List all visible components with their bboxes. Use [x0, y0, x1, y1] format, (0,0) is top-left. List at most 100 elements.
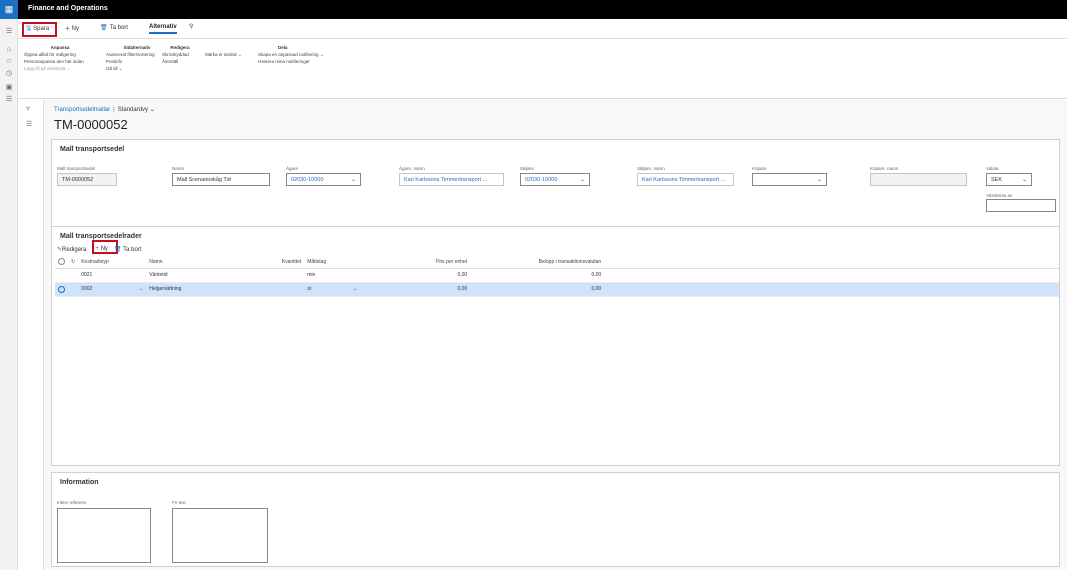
field-label: Ägare, namn	[399, 166, 425, 171]
breadcrumb-link[interactable]: Transportsedelmallar	[54, 107, 110, 113]
free-text-textarea[interactable]	[172, 508, 268, 563]
ribbon-group-edit: Redigera Skrivskyddad Återställ	[162, 44, 198, 65]
table-row[interactable]: 0002 ⌄ Helgersättning st ⌄ 0,00 0,00	[55, 282, 1059, 297]
table-row[interactable]: 0021 Väntetid min 0,00 0,00	[55, 268, 1059, 283]
header-card-title: Mall transportsedel	[60, 146, 125, 153]
ribbon-group-misc: Märka er ändrat ⌄	[205, 51, 251, 58]
revert-button[interactable]: Återställ	[162, 58, 198, 65]
field-label: Intern referens	[57, 500, 87, 505]
ribbon-group-share: Dela Skapa en anpassad notifiering ⌄ Han…	[258, 44, 338, 65]
breadcrumb: Transportsedelmallar | Standardvy ⌄	[54, 107, 155, 113]
new-button[interactable]: + Ny	[65, 24, 79, 33]
chevron-down-icon: ⌄	[66, 66, 71, 71]
cell-mattslag[interactable]: min	[304, 268, 361, 283]
chevron-down-icon: ⌄	[1021, 177, 1027, 183]
approved-by-field[interactable]	[986, 199, 1056, 212]
manage-alerts-button[interactable]: Hantera mina notifieringar	[258, 58, 338, 65]
workspaces-icon[interactable]: ▣	[4, 83, 14, 93]
field-label: Fri text	[172, 500, 186, 505]
column-header-kostnadstyp[interactable]: Kostnadstyp	[78, 256, 147, 269]
plus-icon: +	[65, 24, 70, 33]
delete-button[interactable]: 🗑 Ta bort	[100, 24, 128, 32]
ribbon-group-customize: Anpassa Öppna alltid för redigering Pers…	[24, 44, 96, 72]
column-header-namn[interactable]: Namn	[146, 256, 277, 269]
cell-namn[interactable]: Helgersättning	[146, 282, 277, 297]
modules-list-icon[interactable]: ☰	[4, 95, 14, 105]
top-bar: ▦ Finance and Operations	[0, 0, 1067, 19]
trash-icon: 🗑	[100, 25, 108, 31]
cell-pris[interactable]: 0,00	[360, 282, 471, 297]
field-label: Valuta	[986, 166, 999, 171]
cell-belopp[interactable]: 0,00	[470, 268, 605, 283]
record-info-button[interactable]: Postinfo	[106, 58, 168, 65]
always-open-for-edit-button[interactable]: Öppna alltid för redigering	[24, 51, 96, 58]
lines-grid: ↻ Kostnadstyp Namn Kvantitet Måttslag Pr…	[55, 256, 1059, 297]
name-field[interactable]: Mall Scenarioskåg Tid	[172, 173, 270, 186]
lines-card-title: Mall transportsedelrader	[60, 233, 142, 240]
cell-kostnadstyp[interactable]: 0021	[78, 268, 147, 283]
field-label: Säljare, namn	[637, 166, 665, 171]
go-to-button[interactable]: Gå till	[106, 66, 118, 71]
cell-namn[interactable]: Väntetid	[146, 268, 277, 283]
refresh-icon[interactable]: ↻	[68, 256, 79, 269]
cell-belopp[interactable]: 0,00	[470, 282, 605, 297]
edit-button[interactable]: ✎Redigera	[57, 246, 86, 253]
field-label: Attesteras av	[986, 193, 1013, 198]
list-icon[interactable]: ☰	[26, 120, 32, 128]
delete-line-button[interactable]: 🗑 Ta bort	[114, 246, 142, 253]
column-header-pris[interactable]: Pris per enhet	[360, 256, 471, 269]
information-card-title: Information	[60, 479, 99, 486]
seller-name-field[interactable]: Karl Karlssons Timmertransport ...	[637, 173, 734, 186]
field-label: Mall transportsedel	[57, 166, 96, 171]
chevron-down-icon: ⌄	[816, 177, 822, 183]
owner-name-field[interactable]: Karl Karlssons Timmertransport ...	[399, 173, 504, 186]
select-all-circle[interactable]	[55, 256, 68, 269]
column-header-belopp[interactable]: Belopp i transaktionsvalutan	[470, 256, 605, 269]
cell-kvantitet[interactable]	[276, 282, 305, 297]
save-icon: 🖫	[26, 26, 32, 32]
field-label: Köpare, namn	[870, 166, 899, 171]
save-button[interactable]: 🖫 Spara	[26, 24, 49, 34]
row-select-circle[interactable]	[55, 282, 68, 297]
chevron-down-icon: ⌄	[353, 286, 358, 292]
chevron-down-icon: ⌄	[149, 107, 155, 113]
column-header-mattslag[interactable]: Måttslag	[304, 256, 361, 269]
internal-reference-textarea[interactable]	[57, 508, 151, 563]
chevron-down-icon: ⌄	[139, 286, 144, 292]
add-to-workspace-button[interactable]: Lägg till på arbetsyta	[24, 66, 66, 71]
new-line-button[interactable]: + Ny	[95, 246, 108, 252]
read-only-button[interactable]: Skrivskyddad	[162, 51, 198, 58]
chevron-down-icon: ⌄	[579, 177, 585, 183]
page-title: TM-0000052	[54, 117, 128, 132]
currency-select[interactable]: SEK ⌄	[986, 173, 1032, 186]
trash-icon: 🗑	[113, 246, 122, 253]
buyer-select[interactable]: ⌄	[752, 173, 827, 186]
create-custom-alert-button[interactable]: Skapa en anpassad notifiering	[258, 52, 319, 57]
owner-select[interactable]: 02030-10000 ⌄	[286, 173, 361, 186]
home-icon[interactable]: ⌂	[4, 45, 14, 55]
recent-clock-icon[interactable]: ◷	[4, 69, 14, 79]
notify-when-changed-button[interactable]: Märka er ändrat	[205, 52, 237, 57]
filter-rail: ▿ ☰	[18, 100, 44, 570]
personalize-page-button[interactable]: Personanpassa den här sidan	[24, 58, 96, 65]
cell-kvantitet[interactable]	[276, 268, 305, 283]
lines-toolbar: ✎Redigera + Ny 🗑 Ta bort	[57, 244, 141, 254]
seller-select[interactable]: 02030-10000 ⌄	[520, 173, 590, 186]
tab-options[interactable]: Alternativ	[149, 24, 177, 34]
search-icon[interactable]: ⚲	[189, 23, 193, 30]
favorites-star-icon[interactable]: ☆	[4, 57, 14, 67]
cell-pris[interactable]: 0,00	[360, 268, 471, 283]
plus-icon: +	[95, 246, 99, 252]
cell-mattslag[interactable]: st ⌄	[304, 282, 361, 297]
app-launcher-icon[interactable]: ▦	[0, 0, 18, 19]
hamburger-menu-icon[interactable]: ☰	[4, 27, 14, 37]
view-selector[interactable]: Standardvy ⌄	[118, 107, 155, 113]
field-label: Köpare	[752, 166, 767, 171]
chevron-down-icon: ⌄	[319, 52, 324, 57]
filter-icon[interactable]: ▿	[26, 104, 30, 113]
field-label: Ägare	[286, 166, 299, 171]
cell-kostnadstyp[interactable]: 0002 ⌄	[78, 282, 147, 297]
column-header-kvantitet[interactable]: Kvantitet	[276, 256, 305, 269]
chevron-down-icon: ⌄	[238, 52, 242, 57]
advanced-filter-button[interactable]: Avancerat filter/sortering	[106, 51, 168, 58]
